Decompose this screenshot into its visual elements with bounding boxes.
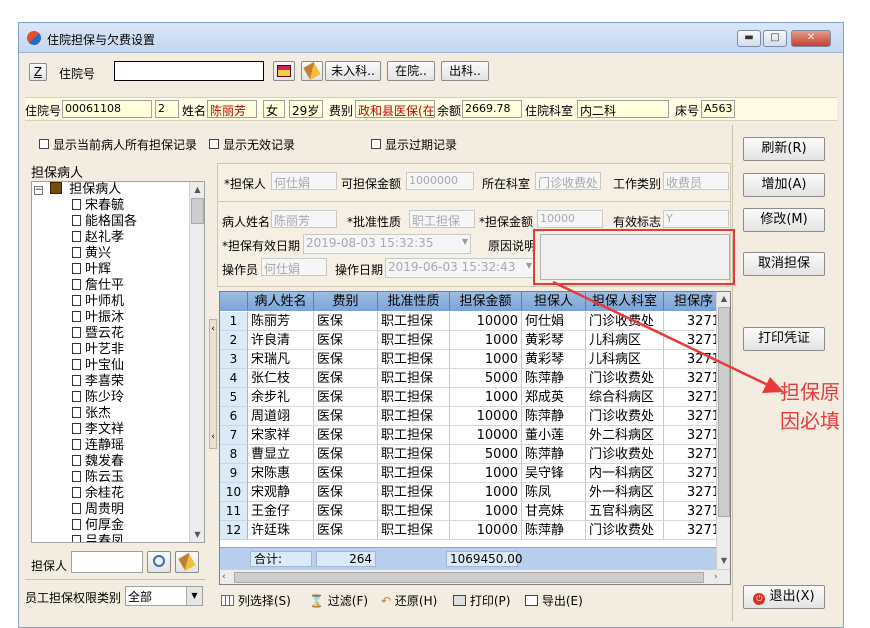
- annotation-arrow: [552, 280, 784, 393]
- annotation-text-line1: 担保原: [780, 380, 840, 404]
- annotation-text-line2: 因必填: [780, 409, 840, 433]
- annotation-arrow-line: [552, 280, 769, 387]
